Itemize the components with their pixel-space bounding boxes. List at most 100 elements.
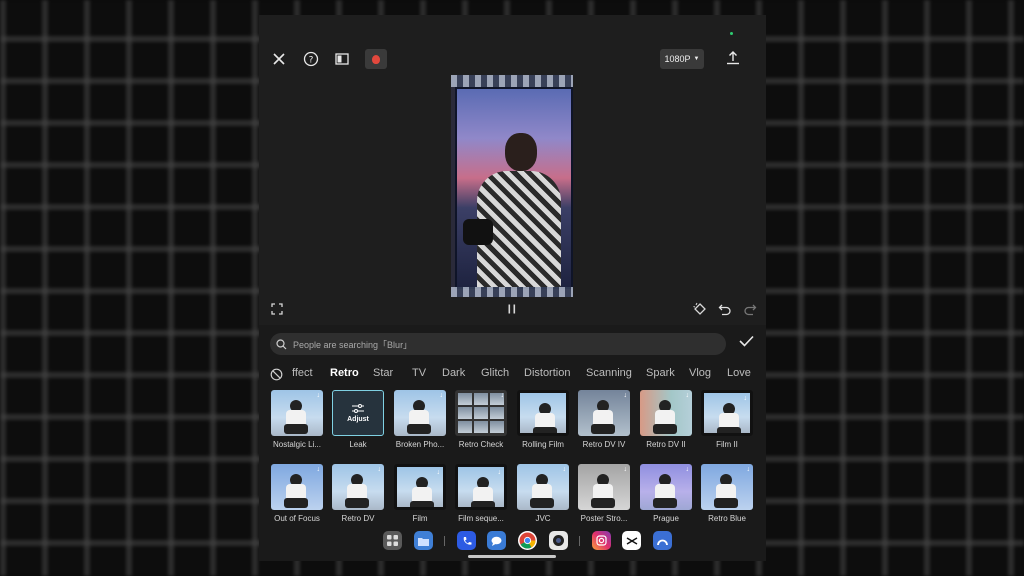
effect-tile[interactable]: ↓ Poster Stro... — [578, 464, 630, 523]
download-icon: ↓ — [623, 466, 628, 473]
effect-thumbnail: ↓ — [578, 464, 630, 510]
effect-tile[interactable]: ↓ Nostalgic Li... — [271, 390, 323, 449]
capcut-icon[interactable] — [622, 531, 641, 550]
files-icon[interactable] — [414, 531, 433, 550]
download-icon: ↓ — [500, 392, 505, 399]
effect-label: Rolling Film — [522, 440, 564, 449]
effect-tile[interactable]: ↓ Retro DV II — [640, 390, 692, 449]
record-button[interactable] — [365, 49, 387, 69]
sliders-icon — [352, 403, 364, 413]
tab-tv[interactable]: TV — [412, 367, 426, 379]
arc-icon[interactable] — [653, 531, 672, 550]
effect-label: Retro DV IV — [582, 440, 626, 449]
effect-thumbnail: ↓ — [332, 464, 384, 510]
download-icon: ↓ — [743, 395, 748, 402]
keyframe-icon[interactable] — [693, 302, 707, 319]
category-tabs: ffect Retro Star TV Dark Glitch Distorti… — [259, 365, 766, 383]
tab-vlog[interactable]: Vlog — [689, 367, 711, 379]
effect-tile[interactable]: ↓ Prague — [640, 464, 692, 523]
effect-label: Nostalgic Li... — [272, 440, 322, 449]
effect-thumbnail: ↓ — [701, 390, 753, 436]
phone-icon[interactable] — [457, 531, 476, 550]
effect-tile[interactable]: ↓ Out of Focus — [271, 464, 323, 523]
video-frame — [455, 87, 573, 289]
effect-tile[interactable]: ↓ Retro Check — [455, 390, 507, 449]
tab-love[interactable]: Love — [727, 367, 751, 379]
adjust-thumbnail: Adjust — [332, 390, 384, 436]
download-icon: ↓ — [623, 392, 628, 399]
dock-separator — [444, 536, 445, 546]
apps-icon[interactable] — [383, 531, 402, 550]
effect-tile[interactable]: ↓ Retro Blue — [701, 464, 753, 523]
chrome-icon[interactable] — [518, 531, 537, 550]
home-indicator[interactable] — [468, 555, 556, 558]
svg-text:?: ? — [309, 56, 314, 66]
messages-icon[interactable] — [487, 531, 506, 550]
resolution-label: 1080P — [664, 54, 691, 64]
adjust-label: Adjust — [347, 415, 369, 423]
effect-tile[interactable]: ↓ Broken Pho... — [394, 390, 446, 449]
instagram-icon[interactable] — [592, 531, 611, 550]
tab-glitch[interactable]: Glitch — [481, 367, 509, 379]
effect-label: Poster Stro... — [580, 514, 628, 523]
resolution-selector[interactable]: 1080P ▼ — [660, 49, 704, 69]
download-icon: ↓ — [316, 392, 321, 399]
tab-distortion[interactable]: Distortion — [524, 367, 570, 379]
effect-thumbnail: ↓ — [271, 390, 323, 436]
effect-tile[interactable]: ↓ Film seque... — [455, 464, 507, 523]
help-icon[interactable]: ? — [300, 48, 322, 70]
record-icon — [372, 54, 380, 64]
undo-icon[interactable] — [718, 302, 732, 319]
effect-label: Prague — [653, 514, 679, 523]
download-icon: ↓ — [377, 466, 382, 473]
video-preview[interactable] — [451, 75, 573, 297]
effect-thumbnail: ↓ — [578, 390, 630, 436]
confirm-check-icon[interactable] — [739, 334, 754, 350]
effect-tile[interactable]: ↓ JVC — [517, 464, 569, 523]
effect-tile[interactable]: ↓ Retro DV — [332, 464, 384, 523]
effect-tile[interactable]: Adjust Leak — [332, 390, 384, 449]
tab-dark[interactable]: Dark — [442, 367, 465, 379]
effect-tile[interactable]: Rolling Film — [517, 390, 569, 449]
effect-label: Retro DV — [341, 514, 375, 523]
download-icon: ↓ — [562, 466, 567, 473]
download-icon: ↓ — [685, 466, 690, 473]
tab-effect[interactable]: ffect — [292, 367, 313, 379]
layout-icon[interactable] — [331, 48, 353, 70]
preview-controls — [259, 301, 766, 321]
effect-thumbnail: ↓ — [394, 390, 446, 436]
effect-label: Film II — [716, 440, 738, 449]
app-dock — [0, 531, 1024, 553]
effect-label: Retro Check — [458, 440, 504, 449]
effect-tile[interactable]: ↓ Film — [394, 464, 446, 523]
tab-spark[interactable]: Spark — [646, 367, 675, 379]
effect-label: Retro Blue — [708, 514, 746, 523]
effect-thumbnail: ↓ — [271, 464, 323, 510]
tab-retro[interactable]: Retro — [330, 367, 359, 379]
film-strip-top — [451, 75, 573, 87]
effect-thumbnail — [517, 390, 569, 436]
effect-label: Leak — [349, 440, 367, 449]
effect-label: Film seque... — [458, 514, 504, 523]
pause-icon[interactable] — [506, 303, 518, 318]
export-icon[interactable] — [722, 47, 744, 69]
effect-label: JVC — [535, 514, 551, 523]
no-effect-icon[interactable] — [270, 368, 283, 381]
effect-tile[interactable]: ↓ Retro DV IV — [578, 390, 630, 449]
camera-icon[interactable] — [549, 531, 568, 550]
search-input[interactable]: People are searching「Blur」 — [270, 333, 726, 355]
effect-thumbnail: ↓ — [394, 464, 446, 510]
tab-star[interactable]: Star — [373, 367, 393, 379]
fullscreen-icon[interactable] — [271, 303, 283, 318]
download-icon: ↓ — [316, 466, 321, 473]
close-icon[interactable] — [268, 48, 290, 70]
film-strip-bottom — [451, 287, 573, 297]
download-icon: ↓ — [436, 469, 441, 476]
effect-tile[interactable]: ↓ Film II — [701, 390, 753, 449]
tab-scanning[interactable]: Scanning — [586, 367, 632, 379]
person-head — [505, 133, 537, 171]
download-icon: ↓ — [746, 466, 751, 473]
effect-thumbnail: ↓ — [455, 390, 507, 436]
redo-icon[interactable] — [743, 302, 757, 319]
effect-label: Film — [412, 514, 428, 523]
